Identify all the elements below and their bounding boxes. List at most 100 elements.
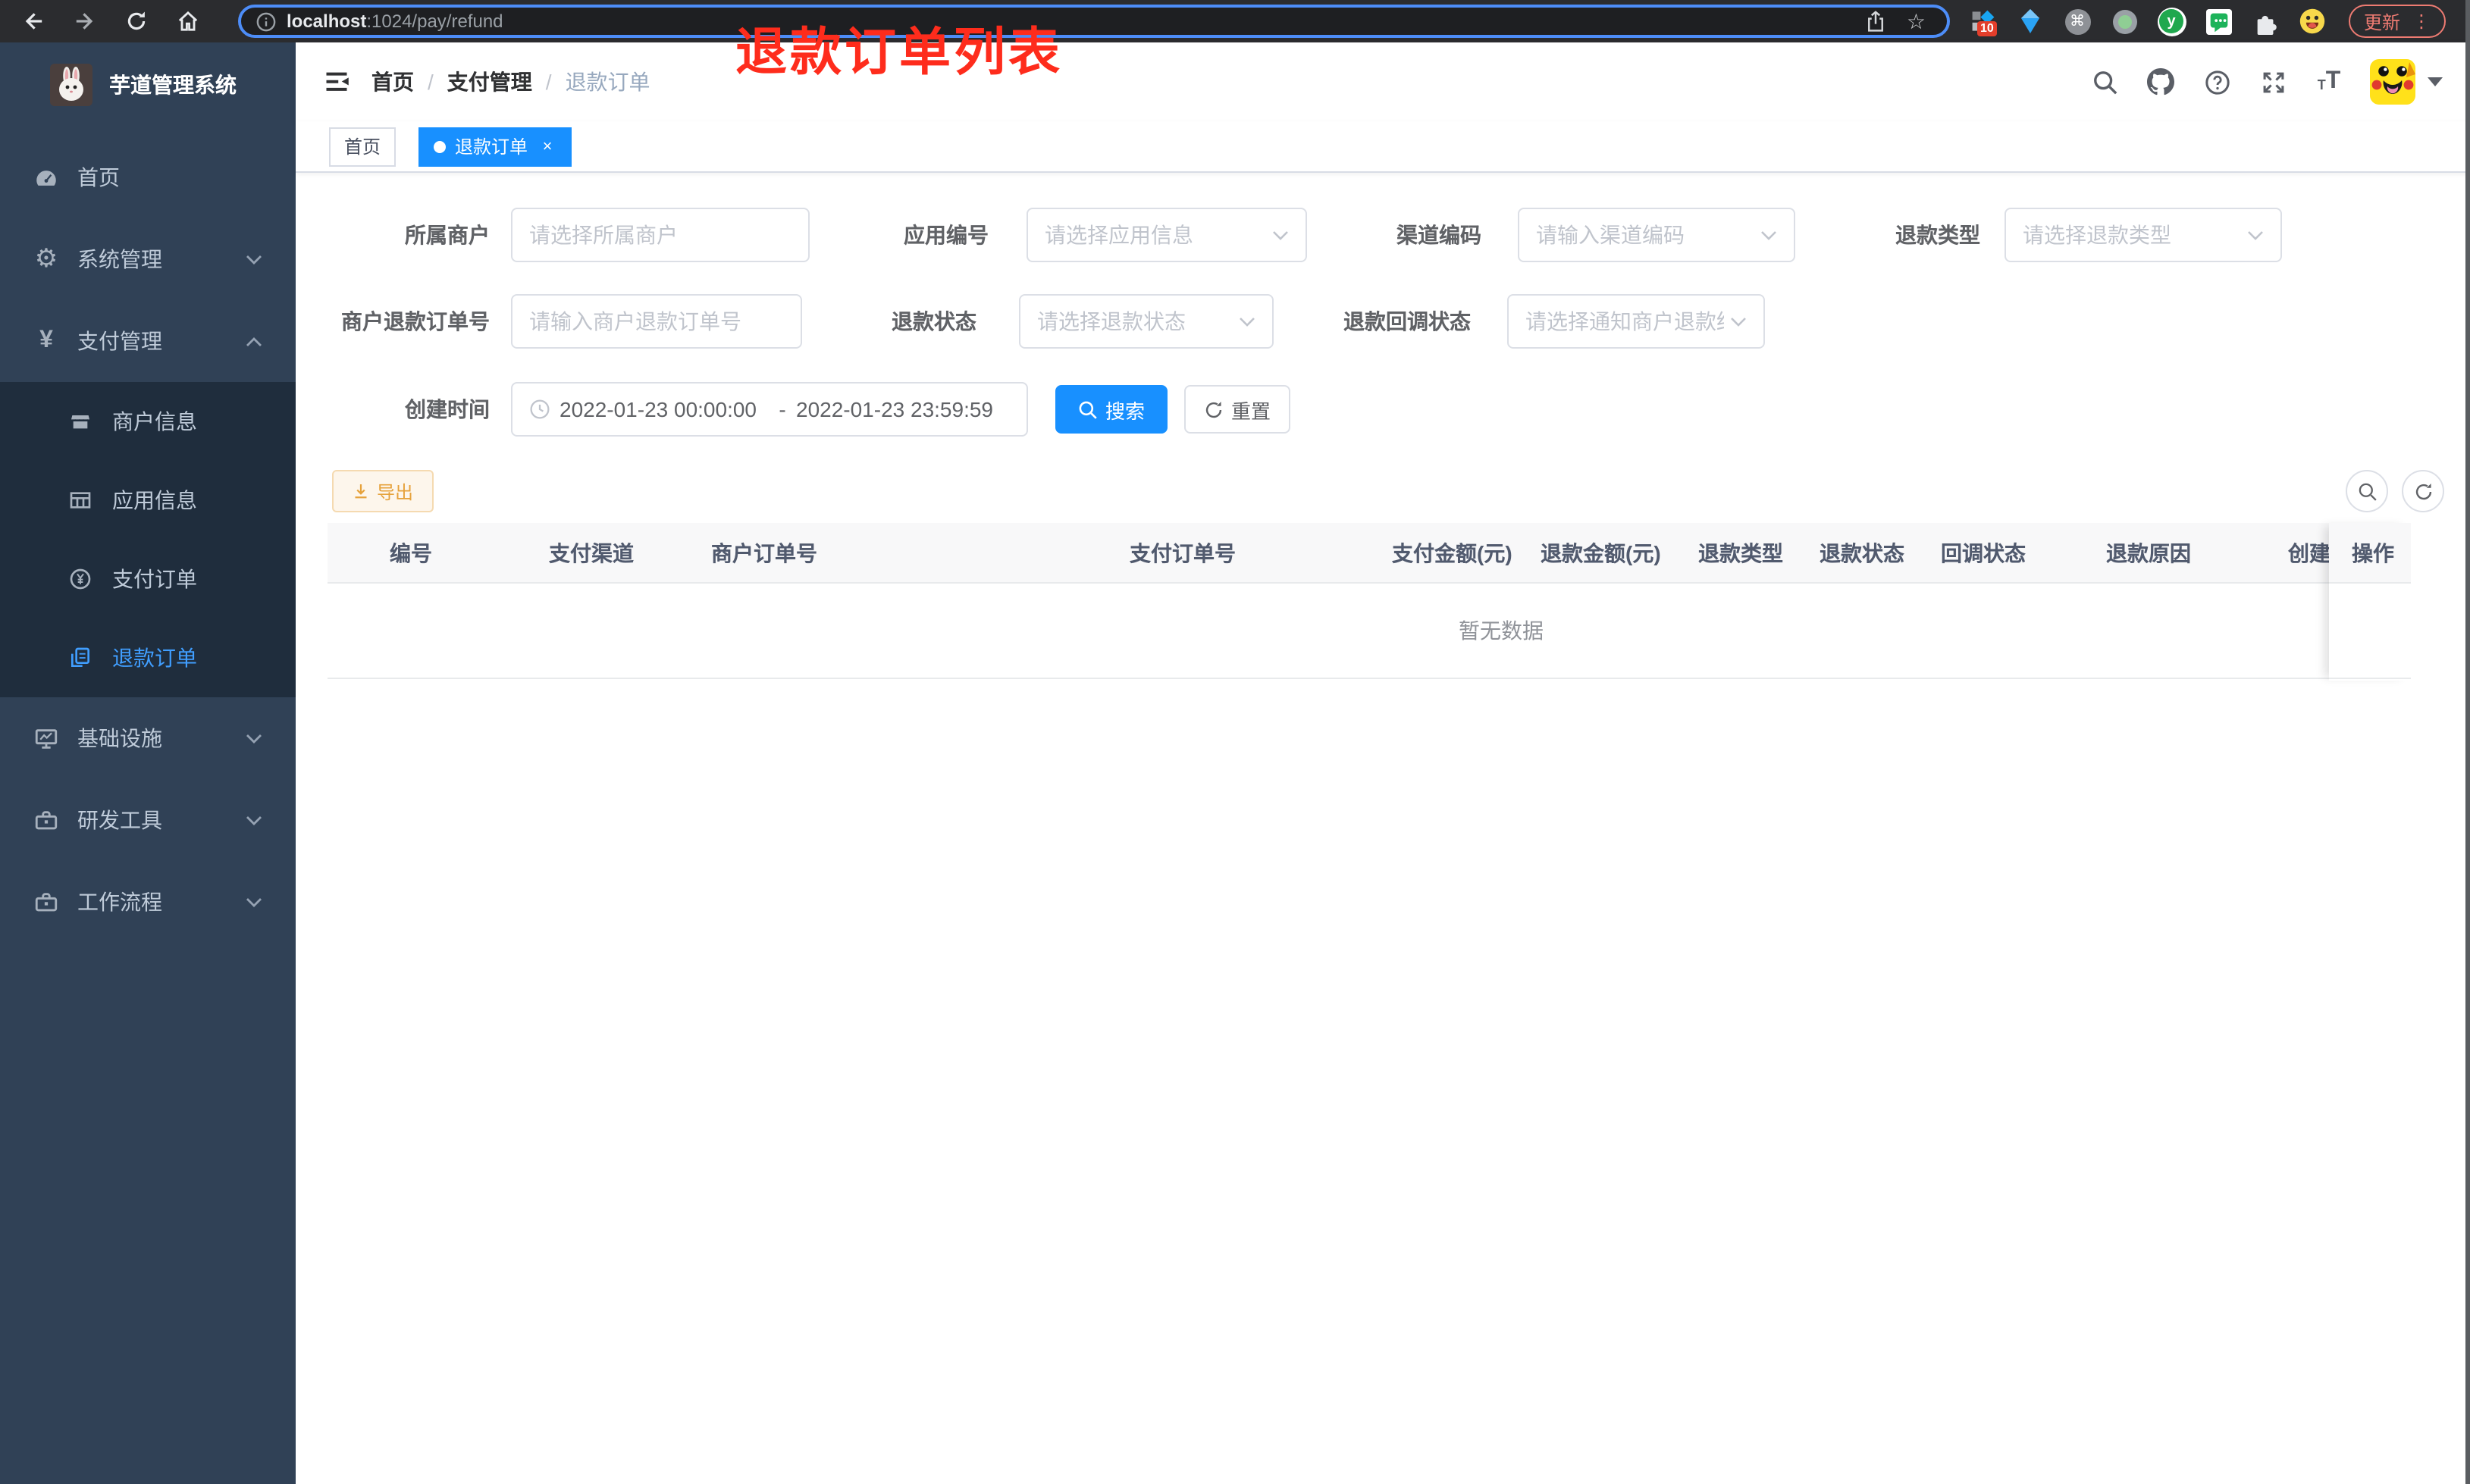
sidebar: 芋道管理系统 首页 ⚙ 系统管理 ¥ 支付管理 商户信息 应用信息 支付订单 退… [0, 42, 296, 1484]
yen-icon: ¥ [39, 327, 53, 353]
chevron-down-icon [1272, 230, 1289, 240]
col-callback-status: 回调状态 [1941, 541, 2026, 565]
gem-icon [2021, 9, 2039, 33]
table-header-row: 编号 支付渠道 商户订单号 支付订单号 支付金额(元) 退款金额(元) 退款类型… [328, 523, 2411, 584]
create-time-range-picker[interactable]: 2022-01-23 00:00:00 - 2022-01-23 23:59:5… [511, 382, 1028, 437]
tab-refund-order[interactable]: 退款订单 × [418, 127, 572, 166]
url-text: localhost:1024/pay/refund [287, 11, 1866, 32]
sidebar-item-merchant-info[interactable]: 商户信息 [0, 382, 296, 461]
fullscreen-button[interactable] [2258, 67, 2288, 97]
site-info-icon[interactable] [256, 11, 276, 31]
user-menu[interactable] [2370, 59, 2443, 105]
extension-chat-icon[interactable] [2203, 6, 2233, 36]
refund-status-select[interactable]: 请选择退款状态 [1019, 294, 1274, 349]
url-host: localhost [287, 11, 367, 32]
share-icon [1868, 10, 1884, 31]
dashboard-icon [33, 164, 59, 190]
sidebar-item-system[interactable]: ⚙ 系统管理 [0, 218, 296, 300]
sidebar-item-app-info[interactable]: 应用信息 [0, 461, 296, 540]
font-size-button[interactable]: TT [2314, 67, 2344, 97]
extension-gem-icon[interactable] [2015, 6, 2045, 36]
close-icon[interactable]: × [538, 137, 556, 155]
user-avatar [2370, 59, 2415, 105]
briefcase-icon [33, 889, 59, 915]
col-merchant-order-no: 商户订单号 [711, 541, 817, 565]
browser-home-button[interactable] [173, 6, 203, 36]
download-icon [356, 484, 368, 499]
app-select[interactable]: 请选择应用信息 [1027, 208, 1307, 262]
sidebar-item-home[interactable]: 首页 [0, 136, 296, 218]
sidebar-item-pay[interactable]: ¥ 支付管理 [0, 300, 296, 382]
browser-back-button[interactable] [18, 6, 49, 36]
home-icon [178, 11, 198, 31]
chat-bubble-icon [2205, 8, 2231, 34]
toolbox-icon [33, 807, 59, 833]
placeholder: 请选择所属商户 [529, 223, 678, 247]
tab-home[interactable]: 首页 [329, 127, 397, 166]
browser-reload-button[interactable] [121, 6, 152, 36]
refresh-icon [2415, 482, 2431, 499]
refresh-table-button[interactable] [2402, 470, 2444, 512]
sidebar-item-label: 工作流程 [77, 890, 162, 914]
col-refund-reason: 退款原因 [2106, 541, 2191, 565]
col-refund-status: 退款状态 [1820, 541, 1904, 565]
placeholder: 请选择通知商户退款结果 [1525, 309, 1724, 333]
url-bar[interactable]: localhost:1024/pay/refund ☆ [238, 5, 1950, 38]
reset-button[interactable]: 重置 [1184, 385, 1290, 434]
sidebar-item-infra[interactable]: 基础设施 [0, 697, 296, 779]
refund-type-select[interactable]: 请选择退款类型 [2005, 208, 2282, 262]
y-glyph: y [2159, 9, 2183, 33]
extension-y-icon[interactable]: y [2156, 6, 2186, 36]
search-icon [2093, 70, 2117, 94]
sidebar-item-refund-order[interactable]: 退款订单 [0, 618, 296, 697]
export-button[interactable]: 导出 [332, 470, 434, 512]
search-button[interactable]: 搜索 [1055, 385, 1168, 434]
yen-circle-icon [68, 567, 92, 591]
breadcrumb-home[interactable]: 首页 [371, 67, 414, 97]
pay-submenu: 商户信息 应用信息 支付订单 退款订单 [0, 382, 296, 697]
date-start-value[interactable]: 2022-01-23 00:00:00 [560, 397, 769, 421]
sidebar-item-label: 支付订单 [112, 567, 197, 591]
breadcrumb-pay[interactable]: 支付管理 [447, 67, 532, 97]
export-label: 导出 [376, 481, 413, 502]
date-end-value[interactable]: 2022-01-23 23:59:59 [796, 397, 1005, 421]
share-button[interactable] [1866, 10, 1887, 33]
header-search-button[interactable] [2089, 67, 2120, 97]
date-separator: - [779, 397, 786, 421]
update-label: 更新 [2364, 11, 2401, 33]
col-refund-type: 退款类型 [1698, 541, 1783, 565]
merchant-select[interactable]: 请选择所属商户 [511, 208, 810, 262]
sidebar-logo[interactable]: 芋道管理系统 [0, 42, 296, 127]
grid-table-icon [68, 488, 92, 512]
gear-icon: ⚙ [34, 244, 58, 273]
browser-forward-button[interactable] [70, 6, 100, 36]
top-navbar: 首页 / 支付管理 / 退款订单 TT [296, 42, 2470, 121]
github-icon [2147, 68, 2174, 95]
sidebar-item-workflow[interactable]: 工作流程 [0, 861, 296, 943]
extension-cmd-icon[interactable]: ⌘ [2062, 6, 2092, 36]
sidebar-item-pay-order[interactable]: 支付订单 [0, 540, 296, 618]
forward-arrow-icon [76, 13, 93, 30]
help-button[interactable] [2202, 67, 2232, 97]
col-action: 操作 [2329, 523, 2411, 584]
extension-puzzle-icon[interactable] [2250, 6, 2280, 36]
extension-emoji-icon[interactable] [2297, 6, 2327, 36]
channel-select[interactable]: 请输入渠道编码 [1518, 208, 1795, 262]
extension-diamond-icon[interactable]: 10 [1968, 6, 1998, 36]
search-icon [1079, 400, 1097, 418]
col-refund-amount: 退款金额(元) [1541, 541, 1661, 565]
breadcrumb: 首页 / 支付管理 / 退款订单 [371, 67, 650, 97]
filter-label-channel: 渠道编码 [1396, 223, 1481, 247]
caret-down-icon [2428, 77, 2443, 86]
browser-update-button[interactable]: 更新 ⋮ [2349, 5, 2446, 38]
toggle-search-button[interactable] [2346, 470, 2388, 512]
browser-menu-icon[interactable]: ⋮ [2412, 11, 2431, 32]
sidebar-item-dev-tools[interactable]: 研发工具 [0, 779, 296, 861]
notify-status-select[interactable]: 请选择通知商户退款结果 [1507, 294, 1765, 349]
extension-dot-icon[interactable] [2109, 6, 2139, 36]
sidebar-collapse-button[interactable] [323, 68, 350, 95]
app-screen: localhost:1024/pay/refund ☆ 10 ⌘ y 更新 ⋮ … [0, 0, 2470, 1484]
merchant-refund-no-input[interactable]: 请输入商户退款订单号 [511, 294, 802, 349]
bookmark-star-button[interactable]: ☆ [1907, 11, 1926, 32]
github-link[interactable] [2146, 67, 2176, 97]
